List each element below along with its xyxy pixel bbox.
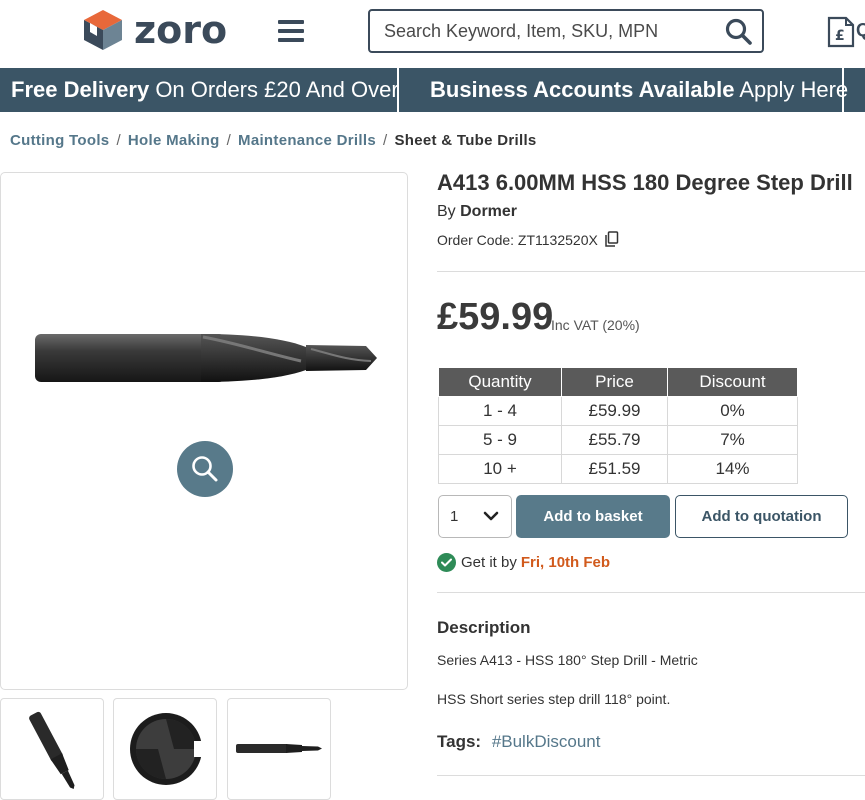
delivery-label: Get it by [461, 554, 517, 571]
thumbnail-2[interactable] [113, 698, 217, 800]
divider [437, 271, 865, 272]
add-to-basket-button[interactable]: Add to basket [516, 495, 670, 538]
table-header-row: Quantity Price Discount [438, 367, 798, 397]
thumbnail-drill-side [236, 744, 322, 753]
by-label: By [437, 203, 456, 220]
svg-text:£: £ [835, 28, 845, 44]
add-to-quotation-button[interactable]: Add to quotation [675, 495, 848, 538]
breadcrumb-separator: / [116, 132, 121, 149]
zoro-logo[interactable]: zoro [82, 8, 227, 52]
product-image-step-drill [35, 334, 377, 382]
product-title: A413 6.00MM HSS 180 Degree Step Drill [437, 170, 853, 195]
search-input[interactable] [384, 20, 714, 42]
business-accounts-promo[interactable]: Business Accounts Available Apply Here [430, 68, 848, 112]
bulk-price-table: Quantity Price Discount 1 - 4 £59.99 0% … [438, 367, 798, 484]
free-delivery-promo[interactable]: Free Delivery On Orders £20 And Over [11, 68, 399, 112]
breadcrumb-separator: / [226, 132, 232, 149]
promo-1-bold: Free Delivery [11, 77, 150, 102]
delivery-estimate: Get it by Fri, 10th Feb [437, 553, 610, 572]
table-row: 10 + £51.59 14% [438, 454, 798, 484]
product-price: £59.99 [437, 296, 554, 338]
column-header-discount: Discount [667, 367, 798, 397]
menu-icon[interactable] [278, 20, 304, 42]
site-header: zoro £ Q [0, 0, 865, 68]
cell-price: £51.59 [561, 454, 668, 484]
promo-divider [397, 68, 399, 112]
delivery-date: Fri, 10th Feb [520, 554, 611, 571]
order-code-text: Order Code: ZT1132520X [437, 231, 598, 248]
thumbnail-1[interactable] [0, 698, 104, 800]
thumbnail-drill-end [130, 713, 206, 785]
brand-link[interactable]: Dormer [460, 203, 517, 220]
promo-bar: Free Delivery On Orders £20 And Over Bus… [0, 68, 865, 112]
description-heading: Description [437, 618, 531, 637]
breadcrumb: Cutting Tools / Hole Making / Maintenance Dr… [10, 132, 537, 149]
product-image-panel[interactable] [0, 172, 408, 690]
breadcrumb-current: Sheet & Tube Drills [394, 132, 537, 149]
cell-price: £55.79 [561, 425, 668, 455]
quote-label[interactable]: Q [856, 20, 865, 41]
brand-line: By Dormer [437, 203, 517, 221]
tags: Tags: #BulkDiscount [437, 732, 600, 752]
table-row: 5 - 9 £55.79 7% [438, 425, 798, 455]
quote-icon[interactable]: £ [826, 16, 856, 48]
cell-quantity: 10 + [438, 454, 562, 484]
breadcrumb-cutting-tools[interactable]: Cutting Tools [10, 132, 109, 149]
description-line-2: HSS Short series step drill 118° point. [437, 691, 671, 707]
breadcrumb-hole-making[interactable]: Hole Making [128, 132, 220, 149]
zoom-button[interactable] [177, 441, 233, 497]
cell-quantity: 1 - 4 [438, 396, 562, 426]
breadcrumb-separator: / [382, 132, 388, 149]
divider [437, 592, 865, 593]
copy-icon[interactable] [604, 231, 619, 248]
cell-price: £59.99 [561, 396, 668, 426]
zoom-icon [192, 456, 218, 482]
tag-link[interactable]: #BulkDiscount [492, 732, 601, 751]
chevron-down-icon [483, 511, 499, 521]
check-icon [437, 553, 456, 572]
quantity-value: 1 [450, 508, 459, 525]
divider [437, 775, 865, 776]
search-bar [368, 9, 764, 53]
thumbnail-3[interactable] [227, 698, 331, 800]
description-line-1: Series A413 - HSS 180° Step Drill - Metr… [437, 652, 698, 668]
cell-discount: 14% [667, 454, 798, 484]
search-icon[interactable] [724, 17, 754, 47]
cell-discount: 0% [667, 396, 798, 426]
vat-note: Inc VAT (20%) [551, 317, 640, 333]
column-header-quantity: Quantity [438, 367, 562, 397]
promo-2-rest: Apply Here [734, 77, 849, 102]
promo-1-rest: On Orders £20 And Over [149, 77, 399, 102]
logo-text: zoro [134, 8, 228, 52]
table-row: 1 - 4 £59.99 0% [438, 396, 798, 426]
thumbnail-drill-diagonal [29, 711, 75, 789]
breadcrumb-maintenance-drills[interactable]: Maintenance Drills [238, 132, 376, 149]
tags-label: Tags: [437, 732, 482, 751]
quantity-select[interactable]: 1 [438, 495, 512, 538]
cell-discount: 7% [667, 425, 798, 455]
promo-divider [842, 68, 844, 112]
column-header-price: Price [561, 367, 668, 397]
order-code: Order Code: ZT1132520X [437, 231, 619, 248]
cell-quantity: 5 - 9 [438, 425, 562, 455]
logo-cube-icon [84, 10, 122, 50]
promo-2-bold: Business Accounts Available [430, 77, 735, 102]
